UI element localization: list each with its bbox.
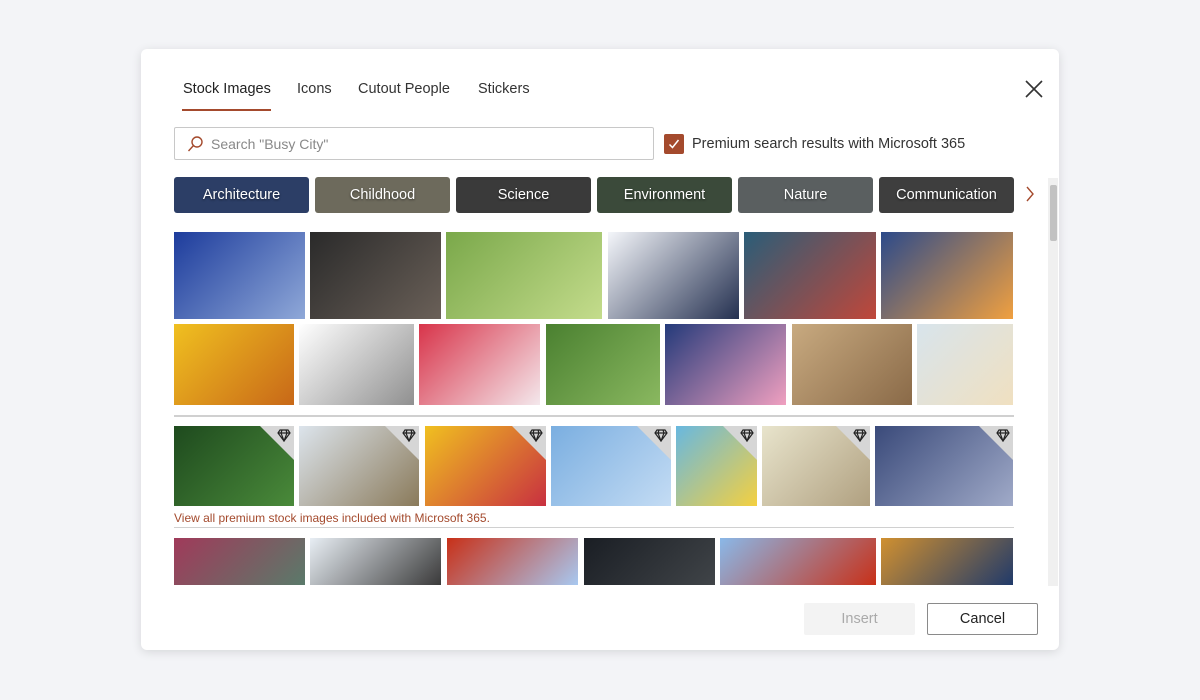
image-tile[interactable] [917, 324, 1013, 405]
premium-checkbox-label: Premium search results with Microsoft 36… [692, 136, 966, 152]
image-tile[interactable] [881, 538, 1013, 585]
cancel-button[interactable]: Cancel [927, 603, 1038, 635]
diamond-icon [654, 429, 668, 442]
category-environment[interactable]: Environment [597, 177, 732, 213]
section-divider [174, 415, 1014, 417]
image-tile[interactable] [744, 232, 876, 319]
image-tile[interactable] [446, 232, 602, 319]
image-tile[interactable] [419, 324, 540, 405]
tab-stock-images[interactable]: Stock Images [183, 81, 271, 97]
image-tile[interactable] [174, 538, 305, 585]
image-tile[interactable] [546, 324, 660, 405]
category-nature[interactable]: Nature [738, 177, 873, 213]
image-tile[interactable] [608, 232, 739, 319]
category-label: Childhood [349, 187, 416, 203]
image-tile[interactable] [310, 538, 441, 585]
diamond-icon [996, 429, 1010, 442]
image-tile[interactable] [447, 538, 578, 585]
image-tile[interactable] [174, 324, 294, 405]
search-icon [187, 135, 203, 151]
diamond-icon [529, 429, 543, 442]
category-label: Architecture [202, 187, 281, 203]
category-science[interactable]: Science [456, 177, 591, 213]
image-tile[interactable] [720, 538, 876, 585]
category-architecture[interactable]: Architecture [174, 177, 309, 213]
close-button[interactable] [1023, 78, 1045, 100]
diamond-icon [853, 429, 867, 442]
premium-image-tile[interactable] [676, 426, 757, 506]
image-tile[interactable] [310, 232, 441, 319]
diamond-icon [277, 429, 291, 442]
insert-button[interactable]: Insert [804, 603, 915, 635]
image-tile[interactable] [174, 232, 305, 319]
category-childhood[interactable]: Childhood [315, 177, 450, 213]
tab-cutout-people[interactable]: Cutout People [358, 81, 450, 97]
image-tile[interactable] [881, 232, 1013, 319]
next-categories-button[interactable] [1025, 185, 1035, 208]
close-icon [1025, 80, 1043, 98]
search-box[interactable] [174, 127, 654, 160]
checkmark-icon [668, 139, 680, 149]
premium-image-tile[interactable] [875, 426, 1013, 506]
premium-image-tile[interactable] [174, 426, 294, 506]
premium-image-tile[interactable] [299, 426, 419, 506]
stock-images-dialog: Stock Images Icons Cutout People Sticker… [141, 49, 1059, 650]
category-communication[interactable]: Communication [879, 177, 1014, 213]
image-tile[interactable] [584, 538, 715, 585]
category-label: Science [497, 187, 550, 203]
premium-checkbox[interactable] [664, 134, 684, 154]
active-tab-indicator [182, 109, 271, 111]
category-label: Nature [783, 187, 828, 203]
search-input[interactable] [211, 135, 631, 152]
chevron-right-icon [1026, 186, 1034, 202]
category-label: Environment [623, 187, 706, 203]
tab-icons[interactable]: Icons [297, 81, 332, 97]
premium-image-tile[interactable] [425, 426, 546, 506]
diamond-icon [402, 429, 416, 442]
scrollbar-thumb[interactable] [1050, 185, 1057, 241]
premium-image-tile[interactable] [762, 426, 870, 506]
image-tile[interactable] [792, 324, 912, 405]
section-divider [174, 527, 1014, 528]
category-label: Communication [896, 187, 997, 203]
image-tile[interactable] [299, 324, 414, 405]
premium-image-tile[interactable] [551, 426, 671, 506]
image-tile[interactable] [665, 324, 786, 405]
view-premium-link[interactable]: View all premium stock images included w… [174, 511, 490, 525]
tab-stickers[interactable]: Stickers [478, 81, 530, 97]
diamond-icon [740, 429, 754, 442]
